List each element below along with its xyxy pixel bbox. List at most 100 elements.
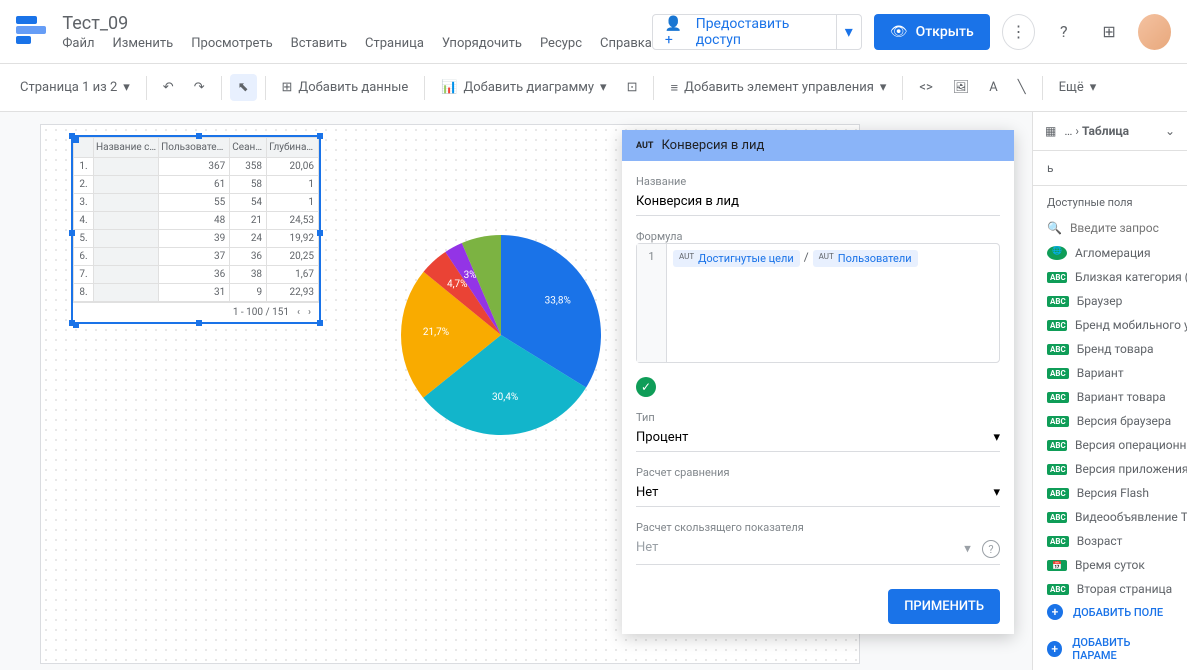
name-input[interactable] — [636, 188, 1000, 216]
apply-button[interactable]: ПРИМЕНИТЬ — [888, 589, 1000, 624]
text-button[interactable]: A — [981, 74, 1005, 101]
pie-chart[interactable]: 33,8%30,4%21,7%4,7%3% — [391, 225, 611, 445]
field-type-badge: 🌐 — [1047, 246, 1067, 260]
chevron-down-icon[interactable]: ⌄ — [1165, 124, 1175, 138]
embed-button[interactable]: <> — [911, 74, 940, 101]
chevron-down-icon[interactable]: ▾ — [837, 22, 861, 41]
formula-label: Формула — [636, 230, 1000, 243]
table-header[interactable] — [74, 138, 94, 158]
add-field-button[interactable]: +ДОБАВИТЬ ПОЛЕ — [1033, 596, 1187, 628]
app-logo[interactable] — [16, 16, 46, 48]
menu-edit[interactable]: Изменить — [113, 36, 174, 51]
table-row[interactable]: 7.36381,67 — [74, 266, 319, 284]
field-item[interactable]: ABCБренд товара — [1033, 337, 1187, 361]
formula-chip[interactable]: AUTДостигнутые цели — [673, 250, 800, 267]
menu-page[interactable]: Страница — [365, 36, 424, 51]
field-type-badge: ABC — [1047, 368, 1069, 379]
chevron-down-icon: ▾ — [993, 430, 1000, 445]
field-type-badge: ABC — [1047, 440, 1067, 451]
data-icon: ⊞ — [282, 80, 293, 95]
chart-icon: 📊 — [441, 80, 457, 95]
more-button[interactable]: Ещё ▾ — [1051, 74, 1105, 101]
table-chart[interactable]: Название с…Пользовате…Сеан…Глубина… 1.36… — [71, 135, 321, 324]
table-row[interactable]: 6.373620,25 — [74, 248, 319, 266]
menu-help[interactable]: Справка — [600, 36, 652, 51]
field-item[interactable]: ABCВариант товара — [1033, 385, 1187, 409]
next-icon[interactable]: › — [308, 307, 311, 318]
field-item[interactable]: ABCБренд мобильного у… — [1033, 313, 1187, 337]
field-item[interactable]: ABCВариант — [1033, 361, 1187, 385]
table-row[interactable]: 3.55541 — [74, 194, 319, 212]
open-button[interactable]: 👁Открыть — [874, 14, 990, 50]
field-item[interactable]: ABCВерсия Flash — [1033, 481, 1187, 505]
table-row[interactable]: 8.31922,93 — [74, 284, 319, 302]
redo-button[interactable]: ↷ — [186, 74, 213, 101]
menu-insert[interactable]: Вставить — [291, 36, 347, 51]
table-row[interactable]: 2.61581 — [74, 176, 319, 194]
field-item[interactable]: ABCВерсия браузера — [1033, 409, 1187, 433]
avatar[interactable] — [1138, 14, 1171, 50]
rolling-select[interactable]: Нет▾ ? — [636, 534, 1000, 565]
field-item[interactable]: ABCБраузер — [1033, 289, 1187, 313]
dialog-title-bar[interactable]: AUTКонверсия в лид — [622, 130, 1014, 161]
line-button[interactable]: ╲ — [1010, 74, 1034, 101]
pie-label: 30,4% — [492, 392, 518, 403]
table-pagination[interactable]: 1 - 100 / 151‹› — [73, 302, 319, 322]
field-item[interactable]: ABCВторая страница — [1033, 577, 1187, 596]
filter-icon: ≡ — [670, 80, 678, 96]
sidebar-tab[interactable]: ь — [1033, 151, 1187, 186]
add-chart-button[interactable]: 📊Добавить диаграмму ▾ — [433, 74, 614, 101]
menu-resource[interactable]: Ресурс — [540, 36, 582, 51]
pie-label: 33,8% — [545, 295, 571, 306]
undo-button[interactable]: ↶ — [155, 74, 182, 101]
add-data-button[interactable]: ⊞Добавить данные — [274, 74, 417, 101]
compare-select[interactable]: Нет▾ — [636, 479, 1000, 507]
menu-bar: Файл Изменить Просмотреть Вставить Стран… — [62, 36, 652, 51]
table-header[interactable]: Пользовате… — [159, 138, 230, 158]
help-icon[interactable]: ? — [1047, 14, 1080, 50]
field-item[interactable]: ABCВерсия приложения — [1033, 457, 1187, 481]
field-type-badge: ABC — [1047, 416, 1069, 427]
sidebar-breadcrumb[interactable]: ▦ … › Таблица ⌄ — [1033, 112, 1187, 151]
doc-title[interactable]: Тест_09 — [62, 13, 652, 34]
field-item[interactable]: ABCВозраст — [1033, 529, 1187, 553]
prev-icon[interactable]: ‹ — [297, 307, 300, 318]
field-item[interactable]: ABCВерсия операционно… — [1033, 433, 1187, 457]
image-button[interactable]: 🖼 — [945, 74, 978, 101]
add-param-button[interactable]: +ДОБАВИТЬ ПАРАМЕ — [1033, 628, 1187, 670]
select-tool[interactable]: ⬉ — [230, 74, 257, 101]
field-search-input[interactable] — [1070, 221, 1173, 235]
formula-editor[interactable]: 1 AUTДостигнутые цели / AUTПользователи — [636, 243, 1000, 363]
menu-arrange[interactable]: Упорядочить — [442, 36, 522, 51]
share-button[interactable]: 👤+Предоставить доступ ▾ — [652, 14, 862, 50]
field-type-badge: ABC — [1047, 512, 1067, 523]
field-item[interactable]: 📅Время суток — [1033, 553, 1187, 577]
community-button[interactable]: ⊡ — [619, 74, 646, 101]
table-header[interactable]: Глубина… — [267, 138, 319, 158]
chevron-down-icon: ▾ — [123, 80, 130, 95]
rolling-label: Расчет скользящего показателя — [636, 521, 1000, 534]
menu-view[interactable]: Просмотреть — [191, 36, 272, 51]
type-select[interactable]: Процент▾ — [636, 424, 1000, 452]
field-type-badge: ABC — [1047, 584, 1069, 595]
table-type-icon: ▦ — [1045, 124, 1056, 138]
table-row[interactable]: 5.392419,92 — [74, 230, 319, 248]
field-item[interactable]: ABCБлизкая категория (… — [1033, 265, 1187, 289]
apps-icon[interactable]: ⊞ — [1092, 14, 1125, 50]
more-menu-icon[interactable]: ⋮ — [1002, 14, 1035, 50]
eye-icon: 👁 — [890, 24, 908, 40]
formula-chip[interactable]: AUTПользователи — [813, 250, 918, 267]
table-header[interactable]: Сеан… — [230, 138, 267, 158]
table-row[interactable]: 4.482124,53 — [74, 212, 319, 230]
table-row[interactable]: 1.36735820,06 — [74, 158, 319, 176]
field-item[interactable]: ABCВидеообъявление Tr… — [1033, 505, 1187, 529]
page-selector[interactable]: Страница 1 из 2 ▾ — [12, 74, 138, 101]
field-type-badge: ABC — [1047, 344, 1069, 355]
add-control-button[interactable]: ≡Добавить элемент управления ▾ — [662, 74, 894, 102]
plus-icon: + — [1047, 604, 1063, 620]
field-type-badge: ABC — [1047, 392, 1069, 403]
help-icon[interactable]: ? — [982, 540, 1000, 558]
menu-file[interactable]: Файл — [62, 36, 94, 51]
field-item[interactable]: 🌐Агломерация — [1033, 241, 1187, 265]
table-header[interactable]: Название с… — [94, 138, 159, 158]
